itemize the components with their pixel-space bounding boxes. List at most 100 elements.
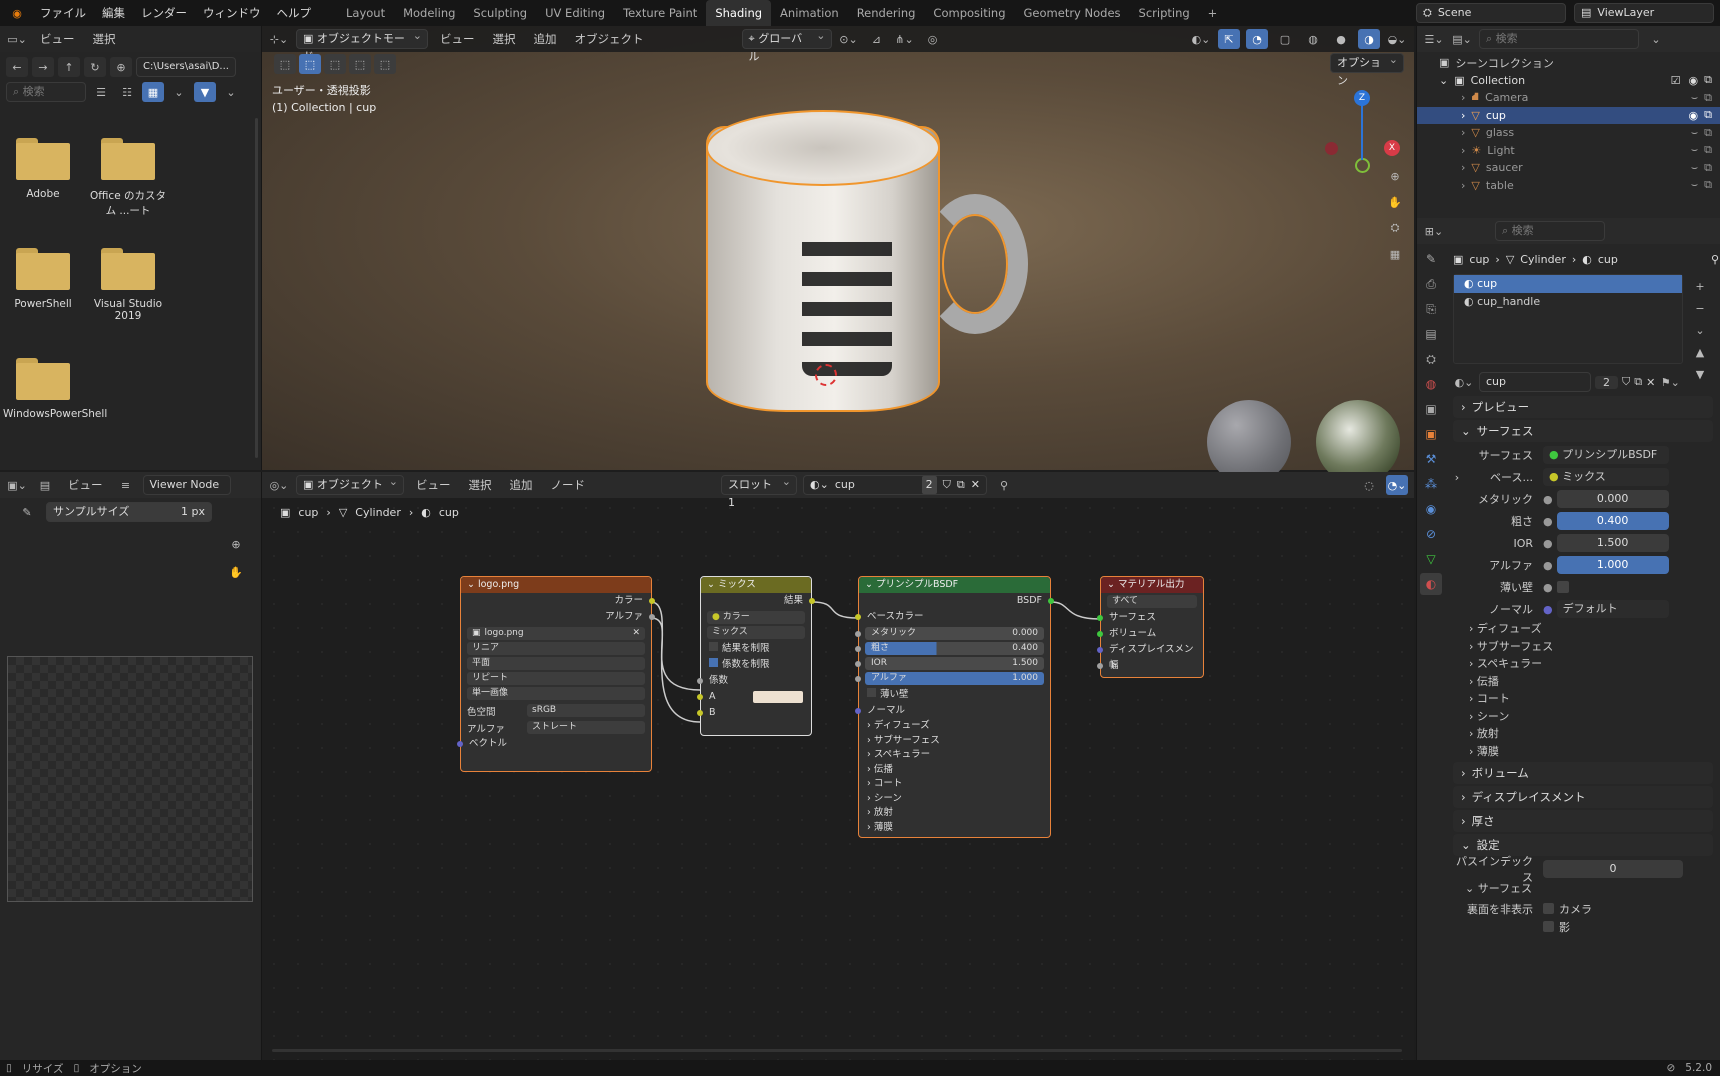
metallic-field[interactable]: 0.000 (1556, 490, 1669, 508)
outliner-search-input[interactable]: ⌕ 検索 (1479, 29, 1639, 49)
camera-render-icon[interactable]: ⧉ (1704, 161, 1712, 175)
pivot-icon[interactable]: ⊙⌄ (838, 29, 860, 49)
panel-specular[interactable]: › スペキュラー (859, 748, 1050, 763)
eye-closed-icon[interactable]: ⌣ (1691, 126, 1698, 140)
panel-emission[interactable]: › 放射 (859, 806, 1050, 821)
fake-user-icon[interactable]: ⛉ (1622, 375, 1630, 389)
panel-diffuse[interactable]: › ディフューズ (859, 719, 1050, 734)
camera-render-icon[interactable]: ⧉ (1704, 108, 1712, 122)
data-type-dropdown[interactable]: ● カラー (707, 611, 805, 624)
overlay-icon[interactable]: ◔ (1246, 29, 1268, 49)
panel-coat[interactable]: › コート (859, 777, 1050, 792)
image-mode-icon[interactable]: ▤ (34, 475, 56, 495)
subpanel-subsurface[interactable]: › サブサーフェス (1447, 638, 1719, 656)
alpha-mode-dropdown[interactable]: ストレート (527, 721, 645, 734)
filter-settings-icon[interactable]: ⌄ (220, 82, 242, 102)
tab-shading[interactable]: Shading (706, 0, 772, 26)
material-browse-icon[interactable]: ◐⌄ (1453, 372, 1475, 392)
node-header[interactable]: ⌄ logo.png (461, 577, 651, 593)
select-tool-icon[interactable]: ⬚ (274, 54, 296, 74)
panel-preview[interactable]: › プレビュー (1453, 396, 1713, 418)
transform-orientation-dropdown[interactable]: ⌖ グローバル (741, 27, 832, 63)
move-up-icon[interactable]: ▲ (1689, 342, 1711, 362)
a-socket[interactable] (697, 694, 703, 700)
select-subtract-icon[interactable]: ⬚ (349, 54, 371, 74)
pass-index-field[interactable]: 0 (1543, 860, 1683, 878)
new-folder-icon[interactable]: ⊕ (110, 57, 132, 77)
subpanel-specular[interactable]: › スペキュラー (1447, 655, 1719, 673)
interpolation-dropdown[interactable]: リニア (467, 642, 645, 655)
filter-icon[interactable]: ▼ (194, 82, 216, 102)
camera-render-icon[interactable]: ⧉ (1704, 91, 1712, 105)
material-shading-icon[interactable]: ◑ (1358, 29, 1380, 49)
pan-hand-icon[interactable]: ✋ (225, 562, 247, 582)
pan-hand-icon[interactable]: ✋ (1384, 192, 1406, 212)
normal-link[interactable]: デフォルト (1556, 600, 1669, 618)
tab-geometry-nodes[interactable]: Geometry Nodes (1015, 0, 1130, 26)
principled-bsdf-node[interactable]: ⌄ プリンシプルBSDF BSDF ベースカラー メタリック 0.000 粗さ 0.… (855, 576, 1054, 838)
mode-dropdown[interactable]: ▣ オブジェクトモード (296, 27, 428, 63)
base-color-link[interactable]: ● ミックス (1543, 468, 1669, 486)
tab-sculpting[interactable]: Sculpting (464, 0, 536, 26)
zoom-icon[interactable]: ⊕ (1384, 166, 1406, 186)
extension-dropdown[interactable]: リピート (467, 672, 645, 685)
menu-edit[interactable]: 編集 (94, 0, 133, 26)
eye-icon[interactable]: ◉ (1689, 109, 1699, 122)
camera-render-icon[interactable]: ⧉ (1704, 178, 1712, 192)
data-tab-icon[interactable]: ▽ (1420, 548, 1442, 570)
editor-type-icon[interactable]: ☰⌄ (1423, 29, 1445, 49)
ior-slider[interactable]: IOR 1.500 (855, 657, 1044, 670)
viewport-menu-object[interactable]: オブジェクト (569, 31, 650, 47)
color-socket[interactable] (649, 598, 655, 604)
checkbox-checked-icon[interactable]: ☑ (1671, 74, 1681, 87)
image-menu-view[interactable]: ビュー (62, 477, 109, 493)
menu-help[interactable]: ヘルプ (269, 0, 320, 26)
alpha-socket[interactable] (649, 614, 655, 620)
camera-render-icon[interactable]: ⧉ (1704, 73, 1712, 87)
snap-icon[interactable]: ⊿ (866, 29, 888, 49)
subpanel-sheen[interactable]: › シーン (1447, 708, 1719, 726)
render-tab-icon[interactable]: ⎙ (1420, 273, 1442, 295)
node-header[interactable]: ⌄ マテリアル出力 (1101, 577, 1203, 593)
duplicate-icon[interactable]: ⧉ (1634, 375, 1642, 389)
editor-type-icon[interactable]: ⊹⌄ (268, 29, 290, 49)
tab-layout[interactable]: Layout (337, 0, 394, 26)
blend-mode-dropdown[interactable]: ミックス (707, 626, 805, 639)
list-horizontal-icon[interactable]: ☷ (116, 82, 138, 102)
menu-window[interactable]: ウィンドウ (195, 0, 269, 26)
particles-tab-icon[interactable]: ⁂ (1420, 473, 1442, 495)
back-icon[interactable]: ← (6, 57, 28, 77)
filter-icon[interactable]: ⌄ (1645, 29, 1667, 49)
thickness-socket[interactable] (1097, 663, 1103, 669)
result-socket[interactable] (809, 598, 815, 604)
node-scrollbar[interactable] (272, 1049, 1402, 1052)
move-down-icon[interactable]: ▼ (1689, 364, 1711, 384)
eyedropper-icon[interactable]: ✎ (16, 502, 38, 522)
projection-dropdown[interactable]: 平面 (467, 657, 645, 670)
file-menu-select[interactable]: 選択 (87, 31, 122, 47)
display-settings-icon[interactable]: ⌄ (168, 82, 190, 102)
panel-surface[interactable]: ⌄ サーフェス (1453, 420, 1713, 442)
viewport-menu-view[interactable]: ビュー (434, 31, 481, 47)
vector-socket[interactable] (457, 741, 463, 747)
axis-neg-x-icon[interactable] (1325, 142, 1338, 155)
scene-tab-icon[interactable]: ⛭ (1420, 348, 1442, 370)
roughness-slider[interactable]: 粗さ 0.400 (855, 642, 1044, 655)
physics-tab-icon[interactable]: ◉ (1420, 498, 1442, 520)
file-menu-view[interactable]: ビュー (34, 31, 81, 47)
scene-selector[interactable]: ⛭ Scene (1416, 3, 1566, 23)
viewport-menu-add[interactable]: 追加 (528, 31, 563, 47)
target-dropdown[interactable]: すべて (1107, 595, 1197, 608)
collection-tab-icon[interactable]: ▣ (1420, 398, 1442, 420)
panel-sheen[interactable]: › シーン (859, 792, 1050, 807)
viewer-image-selector[interactable]: Viewer Node (142, 475, 231, 495)
node-link-icon[interactable]: ⚑⌄ (1659, 372, 1681, 392)
eye-closed-icon[interactable]: ⌣ (1691, 143, 1698, 157)
source-dropdown[interactable]: 単一画像 (467, 687, 645, 700)
node-header[interactable]: ⌄ プリンシプルBSDF (859, 577, 1050, 593)
editor-type-icon[interactable]: ⊞⌄ (1423, 221, 1445, 241)
select-intersect-icon[interactable]: ⬚ (374, 54, 396, 74)
menu-render[interactable]: レンダー (133, 0, 195, 26)
folder-visual-studio[interactable]: Visual Studio 2019 (88, 248, 168, 322)
camera-render-icon[interactable]: ⧉ (1704, 126, 1712, 140)
